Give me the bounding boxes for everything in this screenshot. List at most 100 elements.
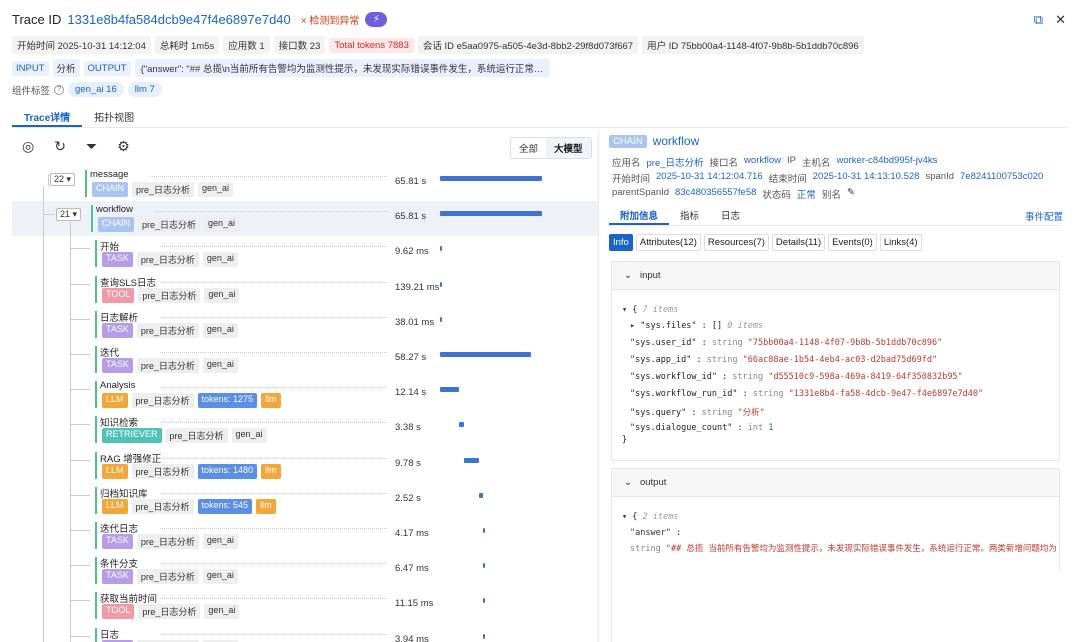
span-duration: 139.21 ms (395, 281, 440, 293)
event-config-link[interactable]: 事件配置 (1025, 209, 1063, 223)
output-section-header[interactable]: ⌄ output (612, 469, 1059, 497)
output-count: 2 items (642, 512, 679, 522)
settings-icon[interactable]: ⚙ (117, 138, 130, 155)
subtab-details[interactable]: Details(11) (771, 234, 826, 251)
filter-icon[interactable]: ⏷ (86, 138, 97, 155)
span-row[interactable]: 获取当前时间 TOOL pre_日志分析 gen_ai 11.15 ms (12, 588, 598, 623)
span-row[interactable]: Analysis LLM pre_日志分析 tokens: 1275 llm 12.14 … (12, 377, 598, 412)
alias-label: 别名 (821, 190, 841, 201)
span-leader (160, 598, 387, 600)
span-timeline-bar (440, 211, 542, 217)
detail-span-name: workflow (652, 134, 700, 148)
span-name: Analysis (100, 380, 136, 392)
app-value[interactable]: pre_日志分析 (647, 155, 704, 169)
span-indicator (95, 522, 97, 549)
trace-meta: 开始时间 2025-10-31 14:12:04 总耗时 1m5s 应用数 1 … (12, 36, 864, 54)
child-count-toggle[interactable]: 21 ▾ (56, 208, 82, 222)
span-name: 获取当前时间 (100, 594, 158, 606)
span-row[interactable]: 22 ▾ message CHAIN pre_日志分析 gen_ai 65.81 s (12, 166, 598, 201)
span-leader (160, 316, 387, 318)
span-leader (160, 352, 387, 353)
span-tokens: tokens: 545 (197, 498, 253, 514)
span-tag: gen_ai (202, 358, 238, 373)
output-value[interactable]: {"answer": "## 总揽\n当前所有告警均为监测性提示，未发现实际错误… (134, 59, 550, 77)
tag-llm[interactable]: llm 7 (127, 82, 162, 97)
end-value: 2025-10-31 14:13:10.528 (812, 171, 920, 182)
span-detail-panel: CHAIN workflow 应用名 pre_日志分析 接口名 workflow… (600, 130, 1080, 642)
span-row[interactable]: 日志TASKpre_日志分析gen_ai3.94 ms (12, 624, 598, 642)
anomaly-warning[interactable]: × 检测到异常 (301, 12, 360, 27)
collapse-icon[interactable]: ▾ (622, 512, 627, 522)
span-leader (160, 387, 387, 389)
span-tag: pre_日志分析 (138, 217, 201, 233)
detail-type-badge: CHAIN (609, 134, 647, 148)
span-timeline-bar (459, 422, 465, 428)
close-icon[interactable]: ✕ (1055, 12, 1066, 28)
spanid-value[interactable]: 7e8241100753c020 (960, 171, 1043, 185)
subtab-events[interactable]: Events(0) (828, 234, 877, 251)
span-row[interactable]: 开始 TASK pre_日志分析 gen_ai 9.62 ms (12, 236, 598, 271)
api-value[interactable]: workflow (744, 155, 781, 169)
corner-fade (860, 570, 1080, 642)
span-row[interactable]: 迭代 TASK pre_日志分析 gen_ai 58.27 s (12, 342, 598, 377)
span-timeline-bar (440, 352, 531, 357)
status-value: 正常 (796, 190, 816, 201)
tree-line (70, 283, 90, 285)
json-value: "分析" (737, 408, 765, 418)
tab-extra-info[interactable]: 附加信息 (609, 206, 670, 225)
help-icon[interactable]: ? (54, 84, 65, 95)
input-section-title: input (639, 270, 661, 281)
tree-line (70, 530, 90, 531)
json-key: "sys.workflow_run_id" (630, 389, 738, 399)
info-subtabs: Info Attributes(12) Resources(7) Details… (609, 234, 922, 251)
toggle-llm[interactable]: 大模型 (546, 138, 591, 158)
tag-gen-ai[interactable]: gen_ai 16 (68, 82, 124, 97)
span-indicator (95, 486, 97, 514)
answer-type: string (630, 544, 661, 554)
child-count-toggle[interactable]: 22 ▾ (50, 173, 76, 186)
input-section-header[interactable]: ⌄ input (612, 262, 1059, 290)
span-indicator (95, 627, 97, 642)
tab-metrics[interactable]: 指标 (669, 206, 710, 225)
span-tag: gen_ai (202, 252, 238, 268)
subtab-attributes[interactable]: Attributes(12) (635, 234, 701, 251)
tree-line (43, 214, 55, 215)
toggle-all[interactable]: 全部 (511, 138, 546, 158)
tab-topology[interactable]: 拓扑视图 (82, 106, 146, 127)
files-count: 0 items (727, 321, 764, 331)
expand-icon[interactable]: ▸ (630, 321, 635, 331)
span-row[interactable]: RAG 增强修正 LLM pre_日志分析 tokens: 1480 llm 9.78 s (12, 448, 598, 483)
span-tags: RETRIEVER pre_日志分析 gen_ai (102, 428, 267, 444)
json-key: "sys.workflow_id" (630, 372, 717, 382)
open-new-window-icon[interactable]: ⧉ (1034, 12, 1043, 28)
magic-icon[interactable]: ⚡ (365, 12, 388, 27)
span-row[interactable]: 归档知识库 LLM pre_日志分析 tokens: 545 llm 2.52 s (12, 483, 598, 518)
ip-label: IP (787, 155, 796, 166)
tab-trace-detail[interactable]: Trace详情 (12, 106, 83, 127)
tree-line (70, 635, 90, 637)
span-row[interactable]: 日志解析 TASK pre_日志分析 gen_ai 38.01 ms (12, 307, 598, 342)
refresh-icon[interactable]: ↻ (54, 138, 66, 155)
subtab-info[interactable]: Info (609, 234, 633, 251)
locate-icon[interactable]: ◎ (22, 138, 34, 155)
span-row[interactable]: 知识检索 RETRIEVER pre_日志分析 gen_ai 3.38 s (12, 412, 598, 447)
host-value[interactable]: worker-c84bd995f-jv4ks (837, 155, 938, 169)
span-tag: gen_ai (202, 534, 238, 549)
answer-line: string "## 总揽 当前所有告警均为监测性提示，未发现实际错误事件发生，… (630, 542, 1057, 554)
edit-icon[interactable]: ✎ (847, 187, 855, 201)
meta-total-duration: 总耗时 1m5s (154, 36, 220, 54)
tab-logs[interactable]: 日志 (710, 206, 751, 225)
span-type-badge: TASK (102, 322, 133, 338)
collapse-icon[interactable]: ▾ (622, 305, 627, 315)
subtab-links[interactable]: Links(4) (879, 234, 922, 251)
subtab-resources[interactable]: Resources(7) (703, 234, 769, 251)
span-row[interactable]: 迭代日志 TASK pre_日志分析 gen_ai 4.17 ms (12, 518, 598, 553)
span-row[interactable]: 条件分支 TASK pre_日志分析 gen_ai 6.47 ms (12, 553, 598, 588)
span-row[interactable]: 21 ▾ workflow CHAIN pre_日志分析 gen_ai 65.81 s (12, 201, 598, 237)
input-json-line: "sys.dialogue_count" : int 1 (630, 423, 773, 433)
trace-id-value[interactable]: 1331e8b4fa584dcb9e47f4e6897e7d40 (67, 12, 290, 27)
parent-value[interactable]: 83c480356557fe58 (675, 187, 756, 201)
span-row[interactable]: 查询SLS日志 TOOL pre_日志分析 gen_ai 139.21 ms (12, 272, 598, 307)
span-timeline-bar (464, 457, 480, 463)
span-llm-tag: llm (256, 498, 276, 514)
